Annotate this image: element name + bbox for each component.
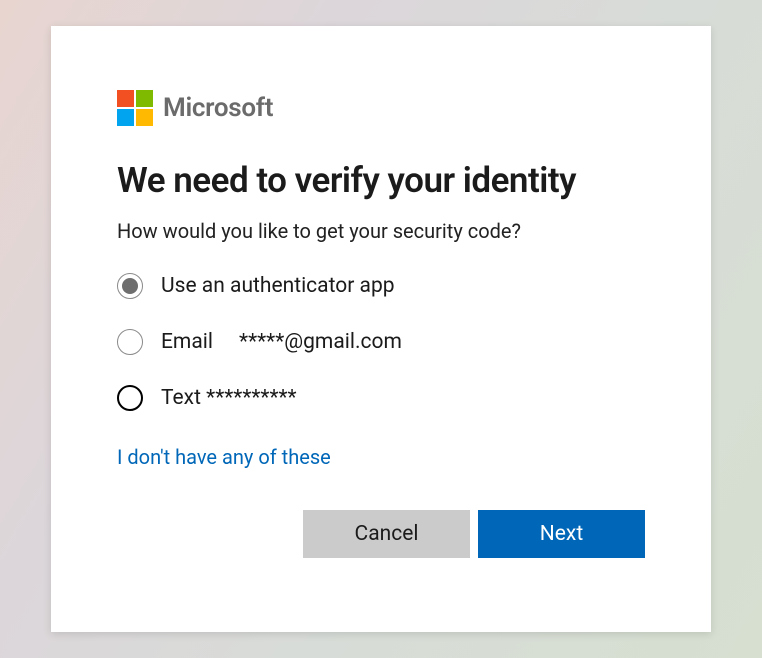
logo-row: Microsoft xyxy=(117,90,645,126)
radio-icon xyxy=(117,385,143,411)
page-title: We need to verify your identity xyxy=(117,160,645,201)
button-row: Cancel Next xyxy=(303,510,645,558)
next-button[interactable]: Next xyxy=(478,510,645,558)
verification-options: Use an authenticator app Email *****@gma… xyxy=(117,273,645,411)
option-label: Email *****@gmail.com xyxy=(161,330,402,354)
cancel-button[interactable]: Cancel xyxy=(303,510,470,558)
microsoft-logo-icon xyxy=(117,90,153,126)
subtitle: How would you like to get your security … xyxy=(117,219,645,243)
option-authenticator-app[interactable]: Use an authenticator app xyxy=(117,273,645,299)
brand-name: Microsoft xyxy=(163,93,273,123)
option-email[interactable]: Email *****@gmail.com xyxy=(117,329,645,355)
dialog-card: Microsoft We need to verify your identit… xyxy=(51,26,711,632)
no-options-link[interactable]: I don't have any of these xyxy=(117,445,331,469)
option-text[interactable]: Text ********** xyxy=(117,385,645,411)
option-label: Text ********** xyxy=(161,386,297,410)
radio-icon xyxy=(117,273,143,299)
option-label: Use an authenticator app xyxy=(161,274,395,298)
radio-icon xyxy=(117,329,143,355)
